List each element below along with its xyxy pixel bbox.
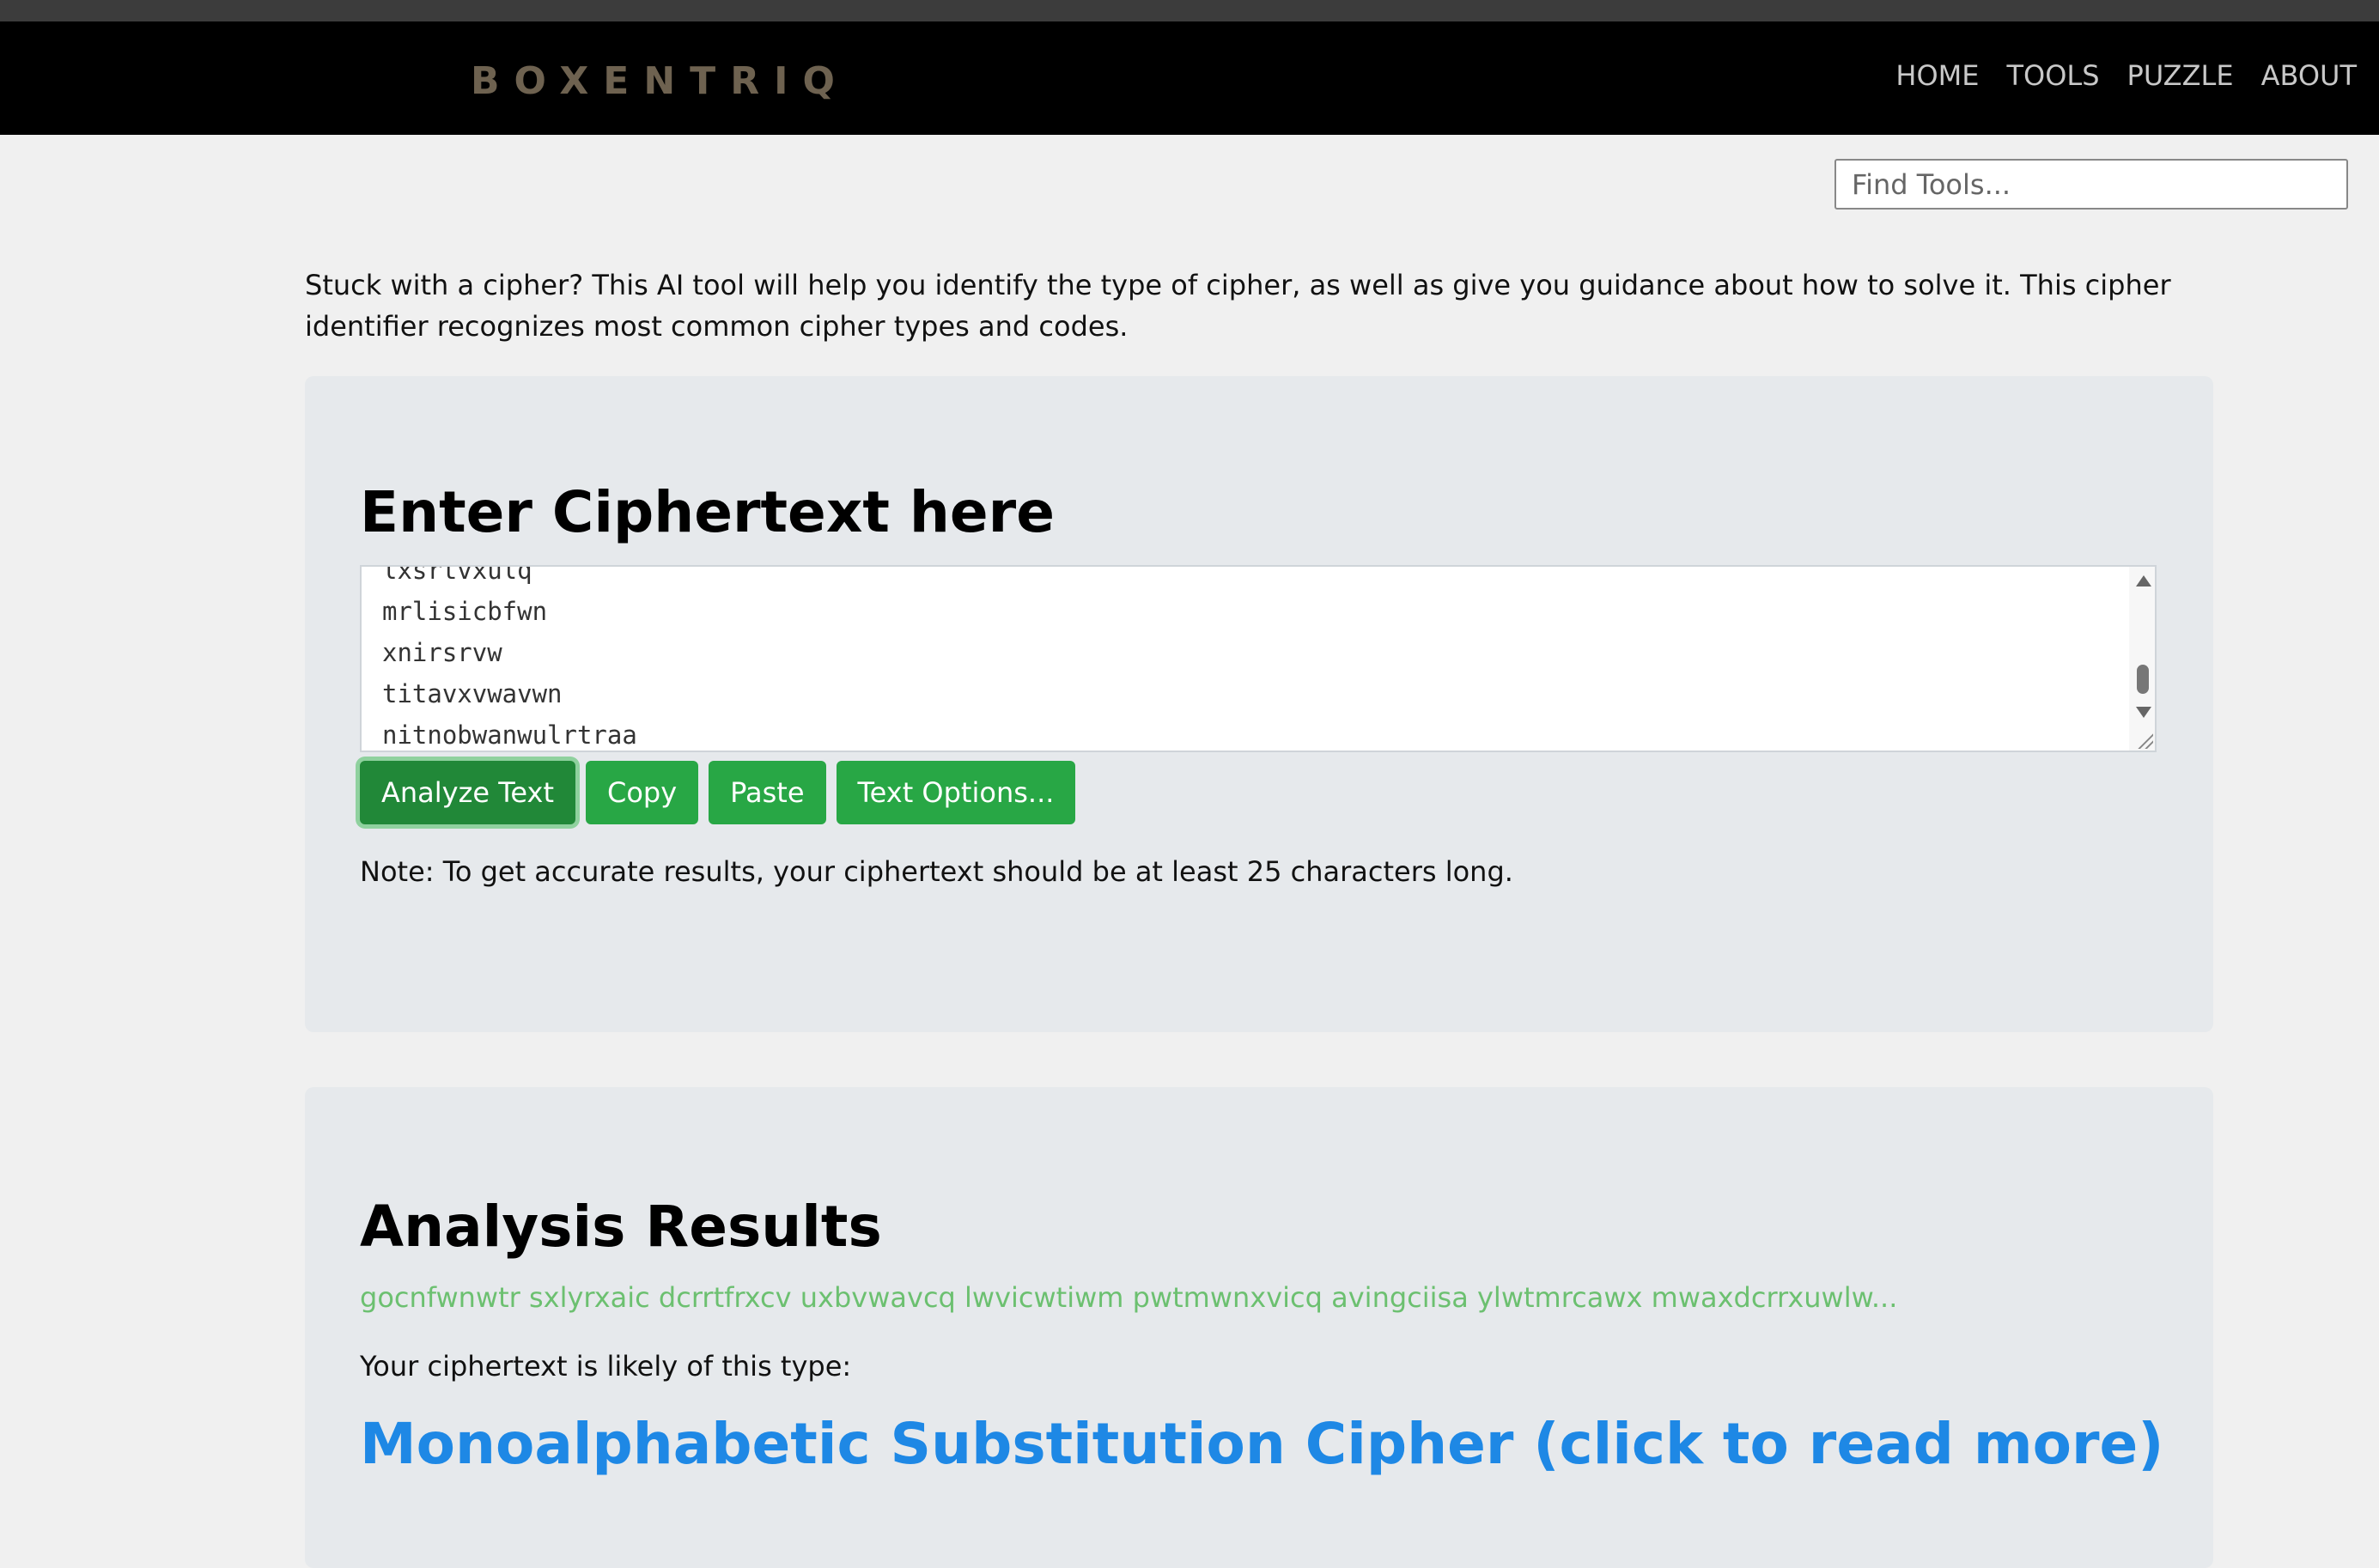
textarea-scrollbar[interactable]	[2129, 567, 2155, 751]
nav-home-link[interactable]: HOME	[1895, 59, 1979, 92]
cipher-type-result-link[interactable]: Monoalphabetic Substitution Cipher (clic…	[360, 1411, 2163, 1477]
ciphertext-textarea[interactable]: lxsrtvxulq mrlisicbfwn xnirsrvw titavxvw…	[360, 565, 2157, 752]
scrollbar-thumb[interactable]	[2137, 665, 2149, 694]
input-card-title: Enter Ciphertext here	[360, 479, 1055, 545]
ciphertext-line: mrlisicbfwn	[382, 597, 548, 626]
ciphertext-line: xnirsrvw	[382, 638, 502, 667]
site-logo[interactable]: BOXENTRIQ	[471, 59, 849, 103]
nav-about-link[interactable]: ABOUT	[2261, 59, 2357, 92]
copy-button[interactable]: Copy	[585, 761, 699, 824]
ciphertext-preview: gocnfwnwtr sxlyrxaic dcrrtfrxcv uxbvwavc…	[360, 1281, 1898, 1314]
resize-handle-icon[interactable]	[2136, 732, 2153, 749]
ciphertext-input-card: Enter Ciphertext here lxsrtvxulq mrlisic…	[305, 376, 2213, 1032]
browser-top-strip	[0, 0, 2379, 24]
length-note: Note: To get accurate results, your ciph…	[360, 855, 1513, 888]
ciphertext-line: titavxvwavwn	[382, 679, 563, 708]
results-title: Analysis Results	[360, 1194, 882, 1260]
text-options-button[interactable]: Text Options...	[836, 761, 1076, 824]
action-buttons: Analyze Text Copy Paste Text Options...	[360, 761, 1086, 824]
scroll-up-arrow-icon[interactable]	[2136, 575, 2151, 586]
find-tools-search-input[interactable]	[1834, 159, 2348, 210]
analysis-results-card: Analysis Results gocnfwnwtr sxlyrxaic dc…	[305, 1087, 2213, 1568]
ciphertext-line: lxsrtvxulq	[382, 565, 532, 585]
nav-puzzle-link[interactable]: PUZZLE	[2127, 59, 2234, 92]
main-nav: HOME TOOLS PUZZLE ABOUT	[1868, 59, 2357, 92]
likely-type-label: Your ciphertext is likely of this type:	[360, 1350, 852, 1383]
intro-text: Stuck with a cipher? This AI tool will h…	[305, 269, 2171, 343]
ciphertext-line: nitnobwanwulrtraa	[382, 720, 637, 750]
paste-button[interactable]: Paste	[709, 761, 826, 824]
scroll-down-arrow-icon[interactable]	[2136, 707, 2151, 718]
site-header: BOXENTRIQ HOME TOOLS PUZZLE ABOUT	[0, 21, 2379, 135]
ciphertext-lines: lxsrtvxulq mrlisicbfwn xnirsrvw titavxvw…	[382, 565, 637, 751]
analyze-text-button[interactable]: Analyze Text	[360, 761, 575, 824]
nav-tools-link[interactable]: TOOLS	[2006, 59, 2099, 92]
